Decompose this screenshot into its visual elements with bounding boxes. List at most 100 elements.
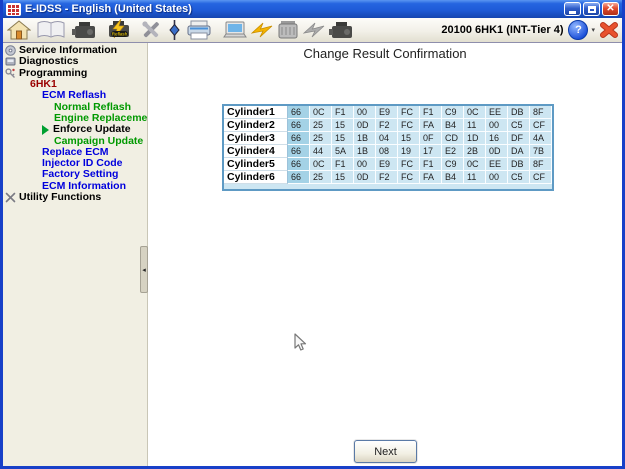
help-button[interactable]: ? [568, 20, 588, 40]
row-label: Cylinder2 [224, 119, 288, 132]
main-panel: Change Result Confirmation Cylinder1660C… [148, 43, 622, 466]
hex-value-cell: DA [508, 145, 530, 158]
hex-value-cell: 00 [486, 171, 508, 184]
hex-value-cell: CF [530, 171, 552, 184]
connector-button[interactable] [168, 19, 181, 41]
hex-value-cell: 8F [530, 106, 552, 119]
hex-value-cell: 66 [288, 171, 310, 184]
hex-value-cell: 11 [464, 171, 486, 184]
titlebar: E-IDSS - English (United States) ✕ [3, 0, 622, 18]
tree-item-label: Utility Functions [19, 192, 101, 203]
hex-value-cell: FA [420, 119, 442, 132]
window-title: E-IDSS - English (United States) [25, 3, 564, 15]
tree-item-programming[interactable]: Programming [3, 68, 147, 79]
laptop-icon [222, 19, 248, 41]
tree-item-enforce-update[interactable]: Enforce Update [3, 124, 147, 135]
hex-value-cell: 2B [464, 145, 486, 158]
tree-item-ecm-reflash[interactable]: ECM Reflash [3, 90, 147, 101]
minimize-button[interactable] [564, 2, 581, 16]
tree-item-label: Diagnostics [19, 56, 79, 67]
tree-item-label: Campaign Update [54, 136, 143, 147]
hex-value-cell: 0D [354, 171, 376, 184]
hex-value-cell: F2 [376, 171, 398, 184]
selected-item-arrow-icon [42, 125, 49, 135]
hex-value-cell: 1D [464, 132, 486, 145]
hex-value-cell: 00 [354, 106, 376, 119]
maximize-icon [588, 6, 596, 13]
maximize-button[interactable] [583, 2, 600, 16]
engine-data-button[interactable] [71, 19, 99, 41]
disc-icon [5, 45, 16, 56]
tree-item-utility-functions[interactable]: Utility Functions [3, 192, 147, 203]
lightning-gray-icon [303, 19, 325, 41]
printer-button[interactable] [186, 19, 212, 41]
hex-value-cell: 8F [530, 158, 552, 171]
app-logo-icon [6, 3, 21, 16]
hex-value-cell: 15 [332, 171, 354, 184]
hex-value-cell: F1 [332, 106, 354, 119]
hex-value-cell: 04 [376, 132, 398, 145]
navigation-tree: Service InformationDiagnosticsProgrammin… [3, 45, 147, 203]
toolbar-buttons: Reflash [7, 19, 212, 41]
hex-value-cell: 44 [310, 145, 332, 158]
hex-value-cell: 66 [288, 132, 310, 145]
hex-value-cell: DB [508, 158, 530, 171]
exit-button[interactable] [600, 22, 618, 38]
hex-value-cell: E9 [376, 106, 398, 119]
lightning-yellow-icon [251, 19, 273, 41]
home-button[interactable] [7, 19, 31, 41]
hex-value-cell: 25 [310, 132, 332, 145]
table-row-cylinder6: Cylinder66625150DF2FCFAB41100C5CF [224, 171, 552, 184]
tools-icon [5, 192, 16, 203]
hex-value-cell: 0D [486, 145, 508, 158]
toolbar: Reflash 20100 6HK1 (INT-Tier 4) ? ▾ [3, 18, 622, 43]
hex-value-cell: EE [486, 106, 508, 119]
hex-value-cell: 0D [354, 119, 376, 132]
hex-value-cell: 16 [486, 132, 508, 145]
hex-value-cell: C9 [442, 158, 464, 171]
hex-value-cell: FC [398, 119, 420, 132]
hex-value-cell: 0C [464, 106, 486, 119]
help-caret-icon: ▾ [591, 26, 595, 34]
hex-value-cell: C9 [442, 106, 464, 119]
reflash-button[interactable]: Reflash [104, 19, 134, 41]
hex-value-cell: 66 [288, 158, 310, 171]
hex-value-cell: 25 [310, 171, 332, 184]
hex-value-cell: 0C [310, 106, 332, 119]
table-row-cylinder1: Cylinder1660CF100E9FCF1C90CEEDB8F [224, 106, 552, 119]
sidebar-collapse-handle[interactable]: ◂ [140, 246, 148, 293]
hex-value-cell: DF [508, 132, 530, 145]
hex-value-cell: 25 [310, 119, 332, 132]
hex-value-cell: 19 [398, 145, 420, 158]
service-manual-button[interactable] [36, 19, 66, 41]
row-label: Cylinder1 [224, 106, 288, 119]
minimize-icon [569, 11, 576, 14]
hex-value-cell: B4 [442, 119, 464, 132]
hex-value-cell: 11 [464, 119, 486, 132]
window-controls: ✕ [564, 2, 619, 16]
tree-item-campaign-update[interactable]: Campaign Update [3, 135, 147, 146]
hex-value-cell: B4 [442, 171, 464, 184]
hex-value-cell: E9 [376, 158, 398, 171]
hex-value-cell: 0C [310, 158, 332, 171]
close-button[interactable]: ✕ [602, 2, 619, 16]
hex-value-cell: FC [398, 171, 420, 184]
table-row-cylinder2: Cylinder26625150DF2FCFAB41100C5CF [224, 119, 552, 132]
content-area: Service InformationDiagnosticsProgrammin… [3, 43, 622, 466]
hex-value-cell: F2 [376, 119, 398, 132]
tree-item-factory-setting[interactable]: Factory Setting [3, 169, 147, 180]
hex-value-cell: 00 [486, 119, 508, 132]
engine-icon [328, 19, 356, 41]
close-icon: ✕ [606, 4, 614, 14]
hex-value-cell: DB [508, 106, 530, 119]
hex-value-cell: C5 [508, 119, 530, 132]
hex-value-cell: FC [398, 158, 420, 171]
tools-button[interactable] [139, 19, 163, 41]
next-button[interactable]: Next [354, 440, 417, 463]
tree-item-label: Factory Setting [42, 169, 118, 180]
tree-item-diagnostics[interactable]: Diagnostics [3, 56, 147, 67]
hex-value-cell: 66 [288, 106, 310, 119]
hex-value-cell: 1B [354, 132, 376, 145]
cylinder-data-table: Cylinder1660CF100E9FCF1C90CEEDB8FCylinde… [222, 104, 554, 191]
hex-value-cell: 08 [376, 145, 398, 158]
